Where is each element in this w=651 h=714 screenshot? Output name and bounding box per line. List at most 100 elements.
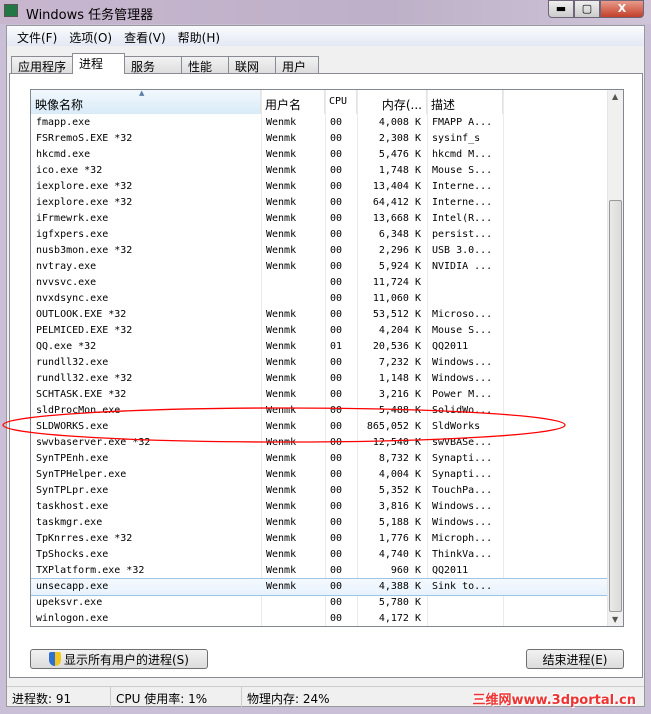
- process-row[interactable]: SynTPLpr.exe Wenmk 00 5,352 K TouchPa...: [31, 483, 609, 499]
- process-row[interactable]: nvtray.exe Wenmk 00 5,924 K NVIDIA ...: [31, 259, 609, 275]
- process-row[interactable]: TpShocks.exe Wenmk 00 4,740 K ThinkVa...: [31, 547, 609, 563]
- memory-value: 5,924 K: [378, 261, 421, 272]
- process-name: nusb3mon.exe *32: [36, 245, 133, 256]
- cpu-value: 00: [330, 597, 343, 608]
- cpu-value: 00: [330, 613, 343, 624]
- memory-value: 2,308 K: [378, 133, 421, 144]
- process-row[interactable]: nvxdsync.exe 00 11,060 K: [31, 291, 609, 307]
- scrollbar-thumb[interactable]: [609, 200, 622, 612]
- process-name: winlogon.exe: [36, 613, 109, 624]
- description: Windows...: [432, 357, 493, 368]
- user-name: Wenmk: [266, 421, 297, 432]
- process-row[interactable]: SCHTASK.EXE *32 Wenmk 00 3,216 K Power M...: [31, 387, 609, 403]
- process-row[interactable]: TpKnrres.exe *32 Wenmk 00 1,776 K Microph...: [31, 531, 609, 547]
- process-row[interactable]: iexplore.exe *32 Wenmk 00 13,404 K Interne..…: [31, 179, 609, 195]
- vertical-scrollbar[interactable]: ▲ ▼: [607, 90, 623, 626]
- menu-view[interactable]: 查看(V): [118, 26, 172, 46]
- close-button[interactable]: X: [600, 0, 644, 18]
- column-image-name[interactable]: ▲ 映像名称: [31, 90, 261, 114]
- cpu-value: 00: [330, 469, 343, 480]
- process-row[interactable]: sldProcMon.exe Wenmk 00 5,488 K SolidWo...: [31, 403, 609, 419]
- column-memory[interactable]: 内存(...: [357, 90, 427, 114]
- cpu-value: 00: [330, 309, 343, 320]
- process-row[interactable]: fmapp.exe Wenmk 00 4,008 K FMAPP A...: [31, 115, 609, 131]
- user-name: Wenmk: [266, 581, 297, 592]
- process-row[interactable]: PELMICED.EXE *32 Wenmk 00 4,204 K Mouse S...: [31, 323, 609, 339]
- process-row[interactable]: ico.exe *32 Wenmk 00 1,748 K Mouse S...: [31, 163, 609, 179]
- process-row[interactable]: winlogon.exe 00 4,172 K: [31, 611, 609, 626]
- process-row[interactable]: QQ.exe *32 Wenmk 01 20,536 K QQ2011: [31, 339, 609, 355]
- user-name: Wenmk: [266, 517, 297, 528]
- process-row[interactable]: FSRremoS.EXE *32 Wenmk 00 2,308 K sysinf_s: [31, 131, 609, 147]
- process-name: iexplore.exe *32: [36, 181, 133, 192]
- process-name: SCHTASK.EXE *32: [36, 389, 127, 400]
- description: Synapti...: [432, 469, 493, 480]
- tab-networking[interactable]: 联网: [228, 56, 277, 74]
- maximize-button[interactable]: ▢: [574, 0, 600, 18]
- column-user-name[interactable]: 用户名: [261, 90, 325, 114]
- memory-value: 7,232 K: [378, 357, 421, 368]
- process-row[interactable]: rundll32.exe Wenmk 00 7,232 K Windows...: [31, 355, 609, 371]
- process-name: SynTPEnh.exe: [36, 453, 109, 464]
- process-name: iFrmewrk.exe: [36, 213, 109, 224]
- process-row[interactable]: upeksvr.exe 00 5,780 K: [31, 595, 609, 611]
- tab-users[interactable]: 用户: [275, 56, 320, 74]
- process-name: upeksvr.exe: [36, 597, 103, 608]
- title-bar: Windows 任务管理器 ▬ ▢ X: [0, 0, 651, 24]
- cpu-value: 00: [330, 181, 343, 192]
- processes-panel: ▲ 映像名称 用户名 CPU 内存(... 描述 fmapp.exe Wenmk 00…: [9, 73, 643, 678]
- process-row[interactable]: taskhost.exe Wenmk 00 3,816 K Windows...: [31, 499, 609, 515]
- memory-value: 865,052 K: [366, 421, 421, 432]
- process-row[interactable]: hkcmd.exe Wenmk 00 5,476 K hkcmd M...: [31, 147, 609, 163]
- tab-bar: 应用程序 进程 服务 性能 联网 用户: [11, 53, 320, 74]
- process-row[interactable]: nusb3mon.exe *32 Wenmk 00 2,296 K USB 3.0...: [31, 243, 609, 259]
- menu-options[interactable]: 选项(O): [63, 26, 118, 46]
- process-row[interactable]: SynTPHelper.exe Wenmk 00 4,004 K Synapti...: [31, 467, 609, 483]
- process-row[interactable]: OUTLOOK.EXE *32 Wenmk 00 53,512 K Microso...: [31, 307, 609, 323]
- process-row[interactable]: iexplore.exe *32 Wenmk 00 64,412 K Interne..…: [31, 195, 609, 211]
- user-name: Wenmk: [266, 229, 297, 240]
- user-name: Wenmk: [266, 181, 297, 192]
- process-row[interactable]: igfxpers.exe Wenmk 00 6,348 K persist...: [31, 227, 609, 243]
- cpu-value: 00: [330, 421, 343, 432]
- minimize-button[interactable]: ▬: [548, 0, 574, 18]
- tab-processes[interactable]: 进程: [72, 53, 126, 74]
- process-name: SynTPLpr.exe: [36, 485, 109, 496]
- menu-help[interactable]: 帮助(H): [172, 26, 226, 46]
- memory-value: 1,776 K: [378, 533, 421, 544]
- end-process-button[interactable]: 结束进程(E): [526, 649, 624, 669]
- tab-services[interactable]: 服务: [124, 56, 183, 74]
- description: Interne...: [432, 181, 493, 192]
- description: hkcmd M...: [432, 149, 493, 160]
- cpu-value: 00: [330, 277, 343, 288]
- user-name: Wenmk: [266, 469, 297, 480]
- scroll-up-arrow-icon[interactable]: ▲: [612, 92, 618, 101]
- process-row[interactable]: taskmgr.exe Wenmk 00 5,188 K Windows...: [31, 515, 609, 531]
- description: Power M...: [432, 389, 493, 400]
- process-row[interactable]: nvvsvc.exe 00 11,724 K: [31, 275, 609, 291]
- cpu-value: 00: [330, 405, 343, 416]
- process-row[interactable]: SynTPEnh.exe Wenmk 00 8,732 K Synapti...: [31, 451, 609, 467]
- column-cpu[interactable]: CPU: [325, 90, 357, 114]
- process-row[interactable]: TXPlatform.exe *32 Wenmk 00 960 K QQ2011: [31, 563, 609, 579]
- tab-performance[interactable]: 性能: [181, 56, 230, 74]
- process-row[interactable]: unsecapp.exe Wenmk 00 4,388 K Sink to...: [31, 578, 610, 596]
- column-description[interactable]: 描述: [427, 90, 503, 114]
- process-list[interactable]: ▲ 映像名称 用户名 CPU 内存(... 描述 fmapp.exe Wenmk 00…: [30, 89, 624, 627]
- status-process-count: 进程数: 91: [7, 687, 111, 707]
- process-row[interactable]: SLDWORKS.exe Wenmk 00 865,052 K SldWorks: [31, 419, 609, 435]
- scroll-down-arrow-icon[interactable]: ▼: [612, 615, 618, 624]
- tab-applications[interactable]: 应用程序: [11, 56, 74, 74]
- process-row[interactable]: swvbaserver.exe *32 Wenmk 00 12,540 K swVBAS…: [31, 435, 609, 451]
- memory-value: 5,352 K: [378, 485, 421, 496]
- process-row[interactable]: rundll32.exe *32 Wenmk 00 1,148 K Windows...: [31, 371, 609, 387]
- memory-value: 1,148 K: [378, 373, 421, 384]
- process-row[interactable]: iFrmewrk.exe Wenmk 00 13,668 K Intel(R...: [31, 211, 609, 227]
- description: [427, 291, 503, 307]
- user-name: Wenmk: [266, 405, 297, 416]
- memory-value: 5,488 K: [378, 405, 421, 416]
- cpu-value: 00: [330, 261, 343, 272]
- show-all-users-processes-button[interactable]: 显示所有用户的进程(S): [30, 649, 208, 669]
- process-name: nvtray.exe: [36, 261, 97, 272]
- menu-file[interactable]: 文件(F): [11, 26, 63, 46]
